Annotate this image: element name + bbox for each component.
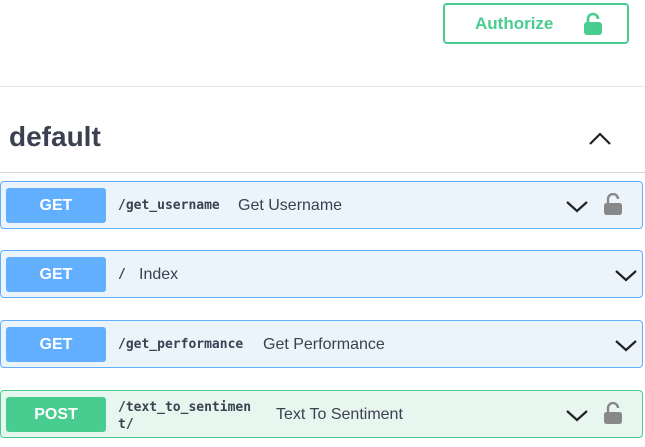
operation-summary: Index	[139, 266, 179, 283]
chevron-down-icon[interactable]	[614, 267, 638, 283]
chevron-down-icon[interactable]	[614, 337, 638, 353]
operation-path: /	[118, 267, 126, 282]
chevron-down-icon[interactable]	[565, 407, 589, 423]
operation-get-username[interactable]: GET /get_username Get Username	[0, 181, 643, 229]
lock-icon	[584, 12, 602, 35]
operation-text-to-sentiment[interactable]: POST /text_to_sentiment/ Text To Sentime…	[0, 390, 643, 438]
operation-summary: Get Username	[238, 197, 343, 214]
section-divider	[0, 172, 645, 173]
chevron-down-icon[interactable]	[565, 198, 589, 214]
method-badge: GET	[6, 327, 106, 362]
operation-summary: Text To Sentiment	[276, 406, 403, 423]
chevron-up-icon[interactable]	[587, 128, 613, 150]
method-badge: POST	[6, 397, 106, 432]
operation-path: /get_performance	[118, 337, 244, 352]
authorize-label: Authorize	[475, 13, 554, 33]
lock-icon[interactable]	[603, 402, 623, 426]
lock-icon[interactable]	[603, 193, 623, 217]
operation-get-performance[interactable]: GET /get_performance Get Performance	[0, 320, 643, 368]
operation-path: /text_to_sentiment/	[118, 400, 252, 432]
section-title[interactable]: default	[9, 121, 101, 153]
method-badge: GET	[6, 257, 106, 292]
top-bar: Authorize	[0, 0, 645, 87]
operation-index[interactable]: GET / Index	[0, 250, 643, 298]
authorize-button[interactable]: Authorize	[443, 3, 629, 44]
method-badge: GET	[6, 188, 106, 223]
operation-path: /get_username	[118, 198, 220, 213]
operation-summary: Get Performance	[263, 336, 385, 353]
